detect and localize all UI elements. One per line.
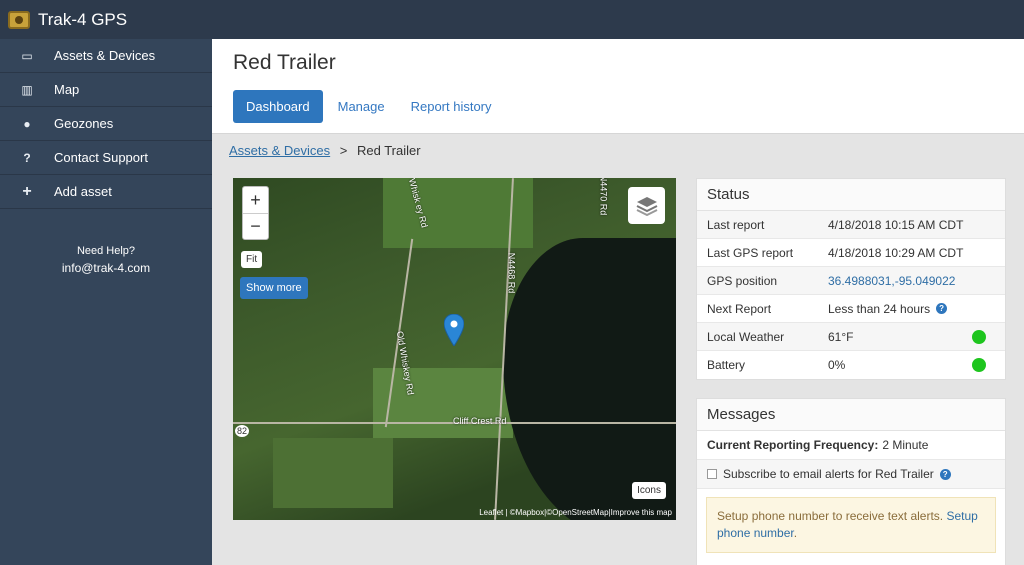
show-more-button[interactable]: Show more <box>240 277 308 299</box>
frequency-label: Current Reporting Frequency: <box>707 438 879 452</box>
satellite-map[interactable]: Whisk ey Rd N4470 Rd N4468 Rd Old Whiske… <box>233 178 676 520</box>
subscribe-row: Subscribe to email alerts for Red Traile… <box>697 460 1005 489</box>
status-title: Status <box>697 179 1005 211</box>
frequency-value: 2 Minute <box>882 438 929 452</box>
breadcrumb-assets-link[interactable]: Assets & Devices <box>229 143 330 158</box>
alert-text: Setup phone number to receive text alert… <box>717 509 944 523</box>
tab-report-history[interactable]: Report history <box>398 90 505 123</box>
status-row-battery: Battery 0% <box>697 351 1005 379</box>
status-row-last-gps-report: Last GPS report 4/18/2018 10:29 AM CDT <box>697 239 1005 267</box>
sidebar-item-contact-support[interactable]: ? Contact Support <box>0 141 212 175</box>
status-value: Less than 24 hours <box>828 301 931 316</box>
status-label: Last GPS report <box>707 245 794 260</box>
location-pin-icon[interactable] <box>443 313 465 349</box>
map-field <box>273 438 393 508</box>
battery-status-dot-icon <box>972 358 986 372</box>
globe-icon: ● <box>23 116 31 131</box>
status-label: Last report <box>707 217 765 232</box>
map-route-label: 82 <box>235 425 250 437</box>
layers-button[interactable] <box>628 187 665 224</box>
subscribe-checkbox[interactable] <box>707 469 717 479</box>
question-icon: ? <box>23 150 31 165</box>
zoom-out-button[interactable]: − <box>243 213 268 239</box>
sidebar-item-label: Contact Support <box>54 150 148 165</box>
sidebar-item-geozones[interactable]: ● Geozones <box>0 107 212 141</box>
tab-bar: Dashboard Manage Report history <box>233 90 505 123</box>
phone-alert-box: Setup phone number to receive text alert… <box>706 497 996 553</box>
map-road-label: N4468 Rd <box>506 252 517 294</box>
messages-panel: Messages Current Reporting Frequency: 2 … <box>696 398 1006 565</box>
tab-manage[interactable]: Manage <box>325 90 398 123</box>
subscribe-label[interactable]: Subscribe to email alerts for Red Traile… <box>723 467 934 481</box>
page-header: Red Trailer Dashboard Manage Report hist… <box>212 39 1024 134</box>
reporting-frequency-row: Current Reporting Frequency: 2 Minute <box>697 431 1005 460</box>
help-question-icon[interactable]: ? <box>939 468 951 480</box>
sidebar-item-label: Add asset <box>54 184 112 199</box>
gps-position-link[interactable]: 36.4988031,-95.049022 <box>828 274 955 288</box>
status-label: Local Weather <box>707 329 785 344</box>
help-email[interactable]: info@trak-4.com <box>0 261 212 275</box>
map-lake <box>503 238 676 520</box>
map-road-label: Cliff Crest Rd <box>453 416 507 426</box>
sidebar-item-label: Assets & Devices <box>54 48 156 63</box>
breadcrumb-current: Red Trailer <box>357 143 421 158</box>
status-value: 61°F <box>828 329 854 344</box>
sidebar-item-assets-devices[interactable]: ▭ Assets & Devices <box>0 39 212 73</box>
breadcrumb-separator: > <box>339 143 348 158</box>
map-road-label: N4470 Rd <box>598 178 609 216</box>
zoom-in-button[interactable]: + <box>243 187 268 213</box>
trak4-logo-icon[interactable] <box>8 10 30 29</box>
status-panel: Status Last report 4/18/2018 10:15 AM CD… <box>696 178 1006 380</box>
status-label: Next Report <box>707 301 772 316</box>
weather-status-dot-icon <box>972 330 986 344</box>
status-row-last-report: Last report 4/18/2018 10:15 AM CDT <box>697 211 1005 239</box>
map-field <box>373 368 513 438</box>
status-label: GPS position <box>707 273 778 288</box>
status-row-local-weather: Local Weather 61°F <box>697 323 1005 351</box>
status-value: 4/18/2018 10:29 AM CDT <box>828 245 964 260</box>
tab-dashboard[interactable]: Dashboard <box>233 90 323 123</box>
layers-icon <box>636 196 657 216</box>
sidebar: ▭ Assets & Devices ▥ Map ● Geozones ? Co… <box>0 39 212 565</box>
map-icon: ▥ <box>21 82 33 97</box>
inbox-icon: ▭ <box>21 48 33 63</box>
sidebar-item-add-asset[interactable]: + Add asset <box>0 175 212 209</box>
page-title: Red Trailer <box>233 51 336 74</box>
sidebar-item-label: Geozones <box>54 116 114 131</box>
icons-button[interactable]: Icons <box>632 482 666 499</box>
status-value: 4/18/2018 10:15 AM CDT <box>828 217 964 232</box>
status-value: 0% <box>828 358 846 372</box>
status-row-next-report: Next Report Less than 24 hours ? <box>697 295 1005 323</box>
zoom-control: + − <box>242 186 269 240</box>
map-attribution[interactable]: Leaflet | ©Mapbox|©OpenStreetMap|Improve… <box>479 508 672 517</box>
help-title: Need Help? <box>76 245 136 257</box>
sidebar-item-label: Map <box>54 82 80 97</box>
status-label: Battery <box>707 358 746 372</box>
sidebar-item-map[interactable]: ▥ Map <box>0 73 212 107</box>
help-question-icon[interactable]: ? <box>936 303 948 314</box>
plus-icon: + <box>22 182 32 200</box>
fit-button[interactable]: Fit <box>241 251 263 268</box>
status-row-gps-position: GPS position 36.4988031,-95.049022 <box>697 267 1005 295</box>
top-bar: Trak-4 GPS <box>0 0 1024 39</box>
app-title[interactable]: Trak-4 GPS <box>38 10 127 30</box>
help-box: Need Help? info@trak-4.com <box>0 245 212 275</box>
breadcrumb: Assets & Devices > Red Trailer <box>229 143 421 158</box>
alert-end: . <box>793 526 798 540</box>
messages-title: Messages <box>697 399 1005 431</box>
